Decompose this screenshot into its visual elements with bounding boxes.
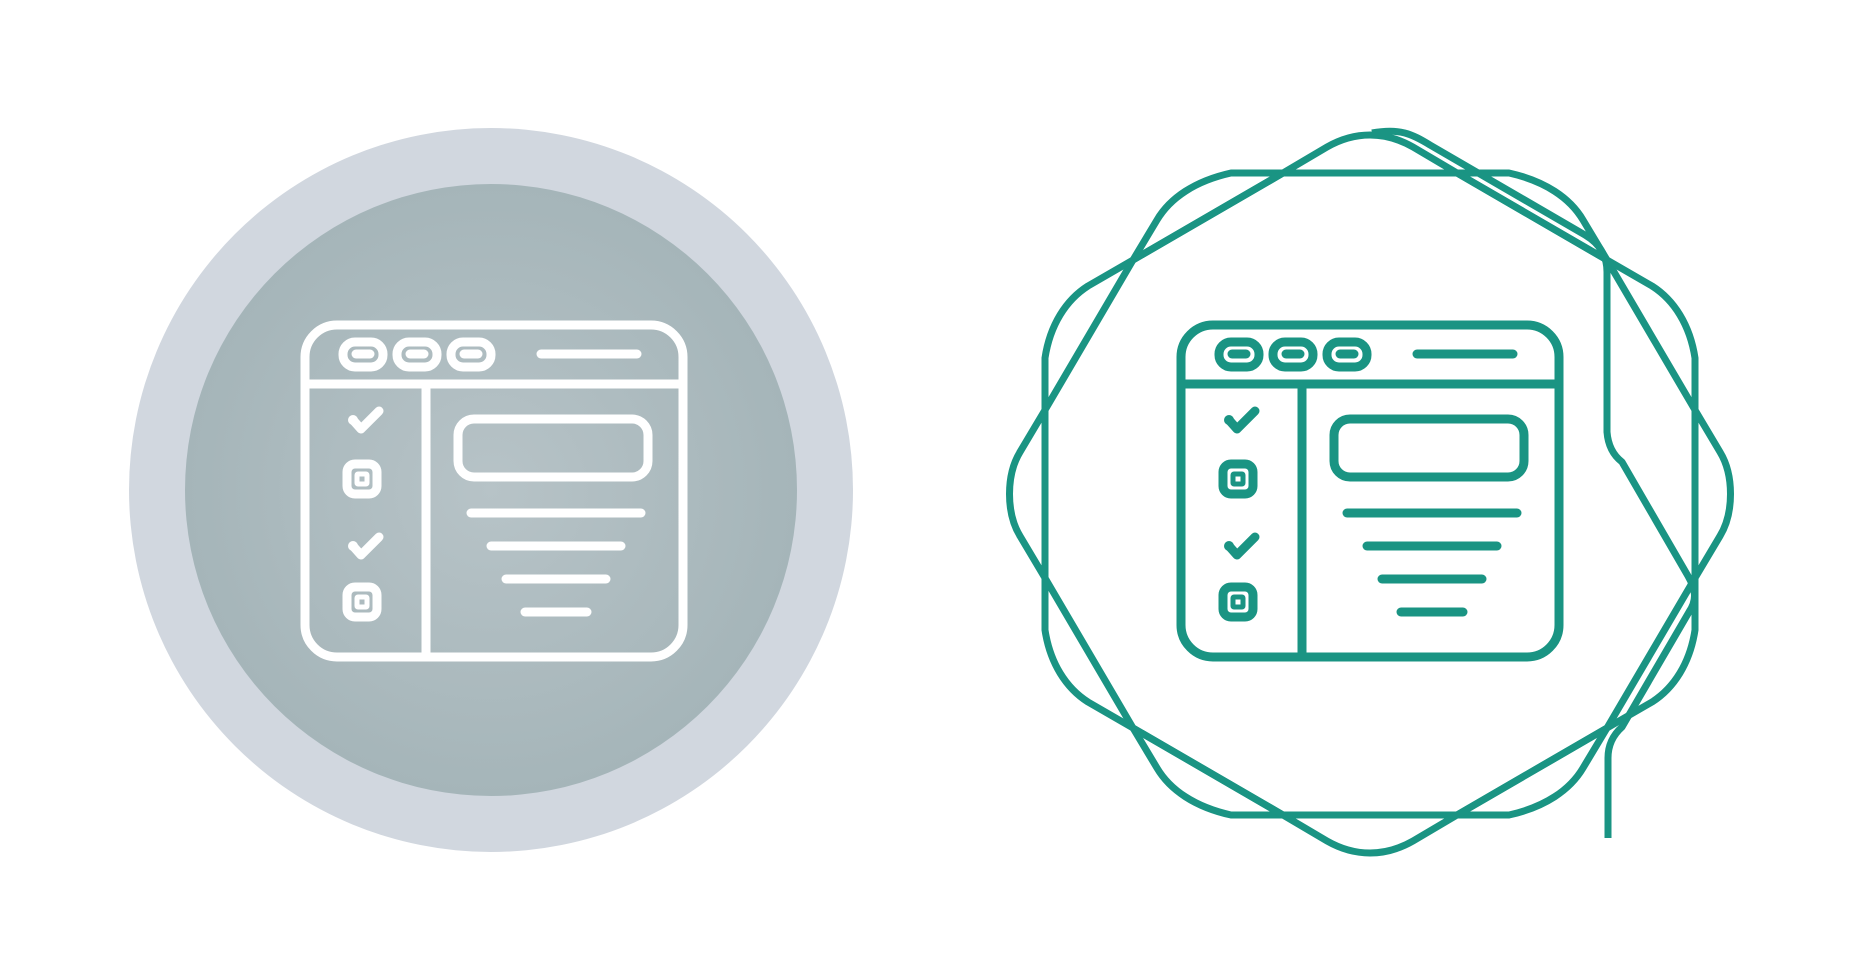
browser-checklist-icon-filled <box>129 128 853 852</box>
badge-scallop-ring <box>1006 131 1734 857</box>
icon-comparison-canvas <box>0 0 1854 980</box>
browser-window-icon <box>1181 325 1559 657</box>
badge-octagon <box>1041 169 1699 819</box>
browser-checklist-icon-outline <box>1006 127 1734 857</box>
badge-rotated-square <box>1371 127 1698 838</box>
inner-circle <box>185 184 797 796</box>
